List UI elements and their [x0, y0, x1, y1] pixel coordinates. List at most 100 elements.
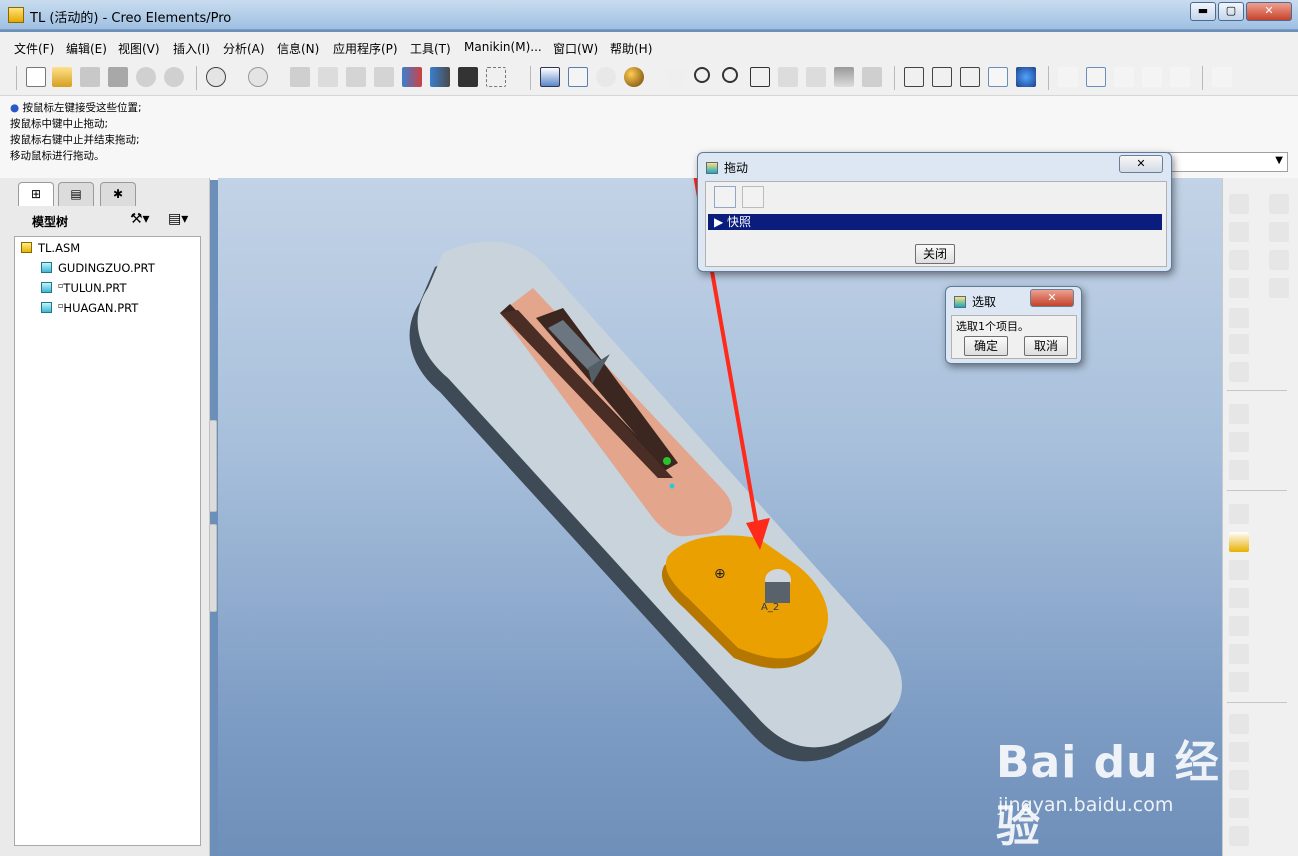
sweep-icon[interactable] [1229, 770, 1249, 790]
find-icon[interactable] [458, 67, 478, 87]
shading-icon[interactable] [988, 67, 1008, 87]
send-mail-icon[interactable] [136, 67, 156, 87]
connect-icon[interactable] [568, 67, 588, 87]
panel-splitter-handle[interactable] [209, 420, 217, 512]
menu-file[interactable]: 文件(F) [14, 40, 54, 57]
save-icon[interactable] [80, 67, 100, 87]
refit-icon[interactable] [750, 67, 770, 87]
zoom-out-icon[interactable] [722, 67, 738, 83]
close-window-button[interactable]: ✕ [1246, 2, 1292, 21]
tree-item-gudingzuo[interactable]: GUDINGZUO.PRT [41, 261, 155, 275]
axis-icon[interactable] [1229, 250, 1249, 270]
drag-dialog-close-button[interactable]: ✕ [1119, 155, 1163, 173]
redo-icon[interactable] [248, 67, 268, 87]
tab-model-tree[interactable]: ⊞ [18, 182, 54, 206]
shell-icon[interactable] [1229, 588, 1249, 608]
paste-special-icon[interactable] [374, 67, 394, 87]
draft-icon[interactable] [1229, 644, 1249, 664]
view-manager-icon[interactable] [862, 67, 882, 87]
orient-icon[interactable] [596, 67, 616, 87]
zoom-in-icon[interactable] [694, 67, 710, 83]
component-icon[interactable] [1229, 404, 1249, 424]
menu-applications[interactable]: 应用程序(P) [333, 40, 398, 57]
datum-plane-icon[interactable] [1058, 67, 1078, 87]
undo-icon[interactable] [206, 67, 226, 87]
trim-icon[interactable] [1269, 250, 1289, 270]
tree-item-tl-asm[interactable]: TL.ASM [21, 241, 80, 255]
select-dialog-close-button[interactable]: ✕ [1030, 289, 1074, 307]
menu-help[interactable]: 帮助(H) [610, 40, 652, 57]
menu-view[interactable]: 视图(V) [118, 40, 160, 57]
assemble-icon[interactable] [1229, 504, 1249, 524]
coord-sys-icon[interactable] [1142, 67, 1162, 87]
analysis-feature-icon[interactable] [1229, 362, 1249, 382]
menu-insert[interactable]: 插入(I) [173, 40, 210, 57]
drag-point-marker[interactable] [663, 457, 671, 465]
paste-icon[interactable] [346, 67, 366, 87]
regenerate-icon[interactable] [402, 67, 422, 87]
menu-tools[interactable]: 工具(T) [410, 40, 451, 57]
menu-edit[interactable]: 编辑(E) [66, 40, 107, 57]
create-component-icon[interactable] [1229, 432, 1249, 452]
menu-analysis[interactable]: 分析(A) [223, 40, 265, 57]
repaint-icon[interactable] [540, 67, 560, 87]
send-link-icon[interactable] [164, 67, 184, 87]
point-drag-hand-icon[interactable] [714, 186, 736, 208]
mirror-icon[interactable] [1269, 194, 1289, 214]
package-icon[interactable] [1229, 460, 1249, 480]
datum-axis-icon[interactable] [1086, 67, 1106, 87]
blend-icon[interactable] [1229, 798, 1249, 818]
menu-window[interactable]: 窗口(W) [553, 40, 598, 57]
layers-toolbar-icon[interactable] [834, 67, 854, 87]
hidden-line-icon[interactable] [932, 67, 952, 87]
filter-dropdown[interactable]: ▼ [1168, 152, 1288, 172]
cut-icon[interactable] [290, 67, 310, 87]
annotation-icon[interactable] [1170, 67, 1190, 87]
enhanced-realism-icon[interactable] [1016, 67, 1036, 87]
wireframe-icon[interactable] [904, 67, 924, 87]
panel-splitter-handle[interactable] [209, 524, 217, 612]
no-hidden-icon[interactable] [960, 67, 980, 87]
minimize-button[interactable]: ▬ [1190, 2, 1216, 21]
drag-close-button[interactable]: 关闭 [915, 244, 955, 264]
plane-icon[interactable] [1229, 222, 1249, 242]
appearance-icon[interactable] [624, 67, 644, 87]
revolve-icon[interactable] [1229, 742, 1249, 762]
curve-icon[interactable] [1229, 278, 1249, 298]
datum-sketch-icon[interactable] [1229, 194, 1249, 214]
print-icon[interactable] [108, 67, 128, 87]
tree-settings-icon[interactable]: ⚒▾ [130, 211, 150, 227]
body-drag-hand-icon[interactable] [742, 186, 764, 208]
cancel-button[interactable]: 取消 [1024, 336, 1068, 356]
regen-manager-icon[interactable] [430, 67, 450, 87]
tab-layers[interactable]: ▤ [58, 182, 94, 206]
tree-item-huagan[interactable]: ▫HUAGAN.PRT [41, 301, 138, 315]
snapshot-section[interactable]: ▶ 快照 [708, 214, 1162, 230]
maximize-button[interactable]: ▢ [1218, 2, 1244, 21]
new-file-icon[interactable] [26, 67, 46, 87]
hole-icon[interactable] [1229, 560, 1249, 580]
style-icon[interactable] [1229, 826, 1249, 846]
point-icon[interactable] [1229, 308, 1249, 328]
round-icon[interactable] [1229, 672, 1249, 692]
select-box-icon[interactable] [486, 67, 506, 87]
menu-info[interactable]: 信息(N) [277, 40, 319, 57]
saved-views-icon[interactable] [806, 67, 826, 87]
rib-icon[interactable] [1229, 616, 1249, 636]
tree-item-tulun[interactable]: ▫TULUN.PRT [41, 281, 127, 295]
extrude-icon[interactable] [1229, 714, 1249, 734]
ok-button[interactable]: 确定 [964, 336, 1008, 356]
tree-filter-icon[interactable]: ▤▾ [168, 211, 188, 227]
context-help-icon[interactable] [1212, 67, 1232, 87]
drag-hand-icon[interactable] [666, 67, 686, 87]
tab-favorites[interactable]: ✱ [100, 182, 136, 206]
csys-icon[interactable] [1229, 334, 1249, 354]
menu-manikin[interactable]: Manikin(M)... [464, 40, 542, 54]
datum-point-icon[interactable] [1114, 67, 1134, 87]
drag-components-icon[interactable] [1229, 532, 1249, 552]
open-folder-icon[interactable] [52, 67, 72, 87]
merge-icon[interactable] [1269, 222, 1289, 242]
grid-icon[interactable] [1269, 278, 1289, 298]
copy-icon[interactable] [318, 67, 338, 87]
reorient-icon[interactable] [778, 67, 798, 87]
